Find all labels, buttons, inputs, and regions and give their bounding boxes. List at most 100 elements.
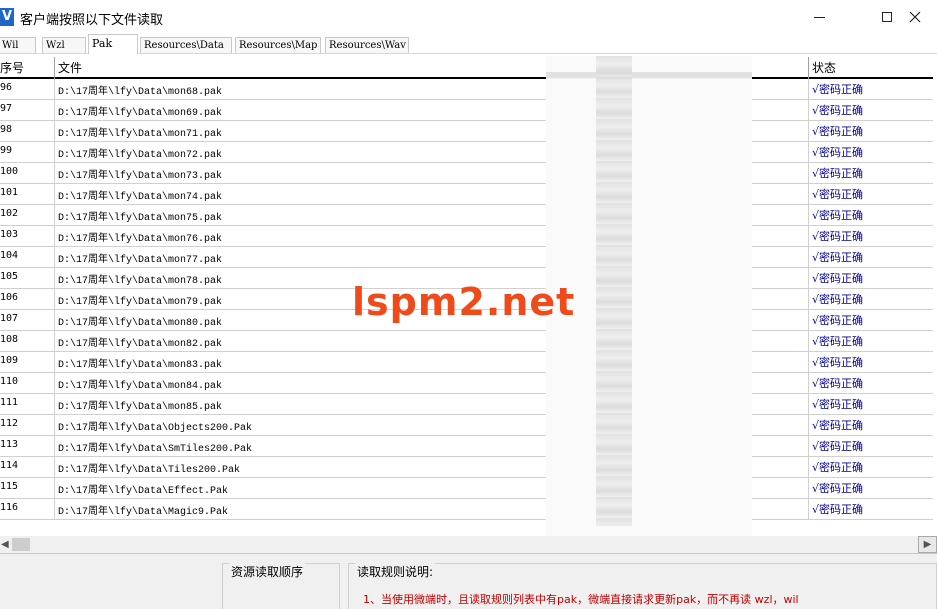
row-status: √密码正确 — [812, 167, 864, 180]
row-file: D:\17周年\lfy\Data\mon74.pak — [58, 192, 223, 203]
table-row[interactable]: 113 D:\17周年\lfy\Data\SmTiles200.Pak √密码正确 — [0, 436, 933, 457]
table-row[interactable]: 108 D:\17周年\lfy\Data\mon82.pak √密码正确 — [0, 331, 933, 352]
row-index: 97 — [0, 103, 13, 114]
row-file: D:\17周年\lfy\Data\Objects200.Pak — [58, 423, 253, 434]
table-header: 序号 文件 状态 — [0, 57, 933, 79]
row-status: √密码正确 — [812, 419, 864, 432]
header-separator[interactable] — [54, 57, 55, 79]
row-file: D:\17周年\lfy\Data\Tiles200.Pak — [58, 465, 241, 476]
row-status: √密码正确 — [812, 356, 864, 369]
row-status: √密码正确 — [812, 125, 864, 138]
row-index: 105 — [0, 271, 19, 282]
row-status: √密码正确 — [812, 461, 864, 474]
header-index[interactable]: 序号 — [0, 59, 24, 76]
row-file: D:\17周年\lfy\Data\Effect.Pak — [58, 486, 229, 497]
table-row[interactable]: 115 D:\17周年\lfy\Data\Effect.Pak √密码正确 — [0, 478, 933, 499]
table-row[interactable]: 111 D:\17周年\lfy\Data\mon85.pak √密码正确 — [0, 394, 933, 415]
tab-wzl[interactable]: Wzl — [42, 37, 86, 54]
table-row[interactable]: 116 D:\17周年\lfy\Data\Magic9.Pak √密码正确 — [0, 499, 933, 520]
tab-wil[interactable]: Wil — [0, 37, 36, 54]
tab-pak[interactable]: Pak — [88, 34, 138, 54]
row-status: √密码正确 — [812, 251, 864, 264]
row-index: 111 — [0, 397, 19, 408]
close-button[interactable] — [892, 0, 937, 34]
header-file[interactable]: 文件 — [58, 59, 82, 76]
row-status: √密码正确 — [812, 146, 864, 159]
row-status: √密码正确 — [812, 398, 864, 411]
table-row[interactable]: 102 D:\17周年\lfy\Data\mon75.pak √密码正确 — [0, 205, 933, 226]
tab-bar: Wil Wzl Pak Resources\Data Resources\Map… — [0, 34, 937, 54]
table-row[interactable]: 104 D:\17周年\lfy\Data\mon77.pak √密码正确 — [0, 247, 933, 268]
row-index: 116 — [0, 502, 19, 513]
row-index: 99 — [0, 145, 13, 156]
row-index: 113 — [0, 439, 19, 450]
row-file: D:\17周年\lfy\Data\mon80.pak — [58, 318, 223, 329]
row-index: 112 — [0, 418, 19, 429]
scroll-right-icon[interactable]: ▶ — [918, 536, 937, 553]
resource-order-group: 资源读取顺序 — [222, 563, 340, 609]
row-file: D:\17周年\lfy\Data\mon76.pak — [58, 234, 223, 245]
row-index: 103 — [0, 229, 19, 240]
row-index: 100 — [0, 166, 19, 177]
table-row[interactable]: 109 D:\17周年\lfy\Data\mon83.pak √密码正确 — [0, 352, 933, 373]
row-index: 114 — [0, 460, 19, 471]
row-file: D:\17周年\lfy\Data\mon68.pak — [58, 87, 223, 98]
tab-resources-data[interactable]: Resources\Data — [140, 37, 232, 54]
table-row[interactable]: 112 D:\17周年\lfy\Data\Objects200.Pak √密码正确 — [0, 415, 933, 436]
table-row[interactable]: 103 D:\17周年\lfy\Data\mon76.pak √密码正确 — [0, 226, 933, 247]
horizontal-scrollbar[interactable]: ◀ ▶ — [0, 536, 937, 553]
table-row[interactable]: 101 D:\17周年\lfy\Data\mon74.pak √密码正确 — [0, 184, 933, 205]
row-status: √密码正确 — [812, 314, 864, 327]
scroll-thumb[interactable] — [12, 538, 30, 551]
rules-label: 读取规则说明: — [355, 563, 436, 580]
row-file: D:\17周年\lfy\Data\mon79.pak — [58, 297, 223, 308]
table-row[interactable]: 97 D:\17周年\lfy\Data\mon69.pak √密码正确 — [0, 100, 933, 121]
table-row[interactable]: 100 D:\17周年\lfy\Data\mon73.pak √密码正确 — [0, 163, 933, 184]
close-icon — [909, 11, 921, 23]
app-icon: V — [0, 8, 14, 26]
tab-resources-wav[interactable]: Resources\Wav — [325, 37, 409, 54]
table-row[interactable]: 99 D:\17周年\lfy\Data\mon72.pak √密码正确 — [0, 142, 933, 163]
row-file: D:\17周年\lfy\Data\mon72.pak — [58, 150, 223, 161]
row-index: 107 — [0, 313, 19, 324]
resource-order-label: 资源读取顺序 — [229, 563, 306, 580]
row-file: D:\17周年\lfy\Data\SmTiles200.Pak — [58, 444, 253, 455]
rule-item: 1、当使用微端时，且读取规则列表中有pak，微端直接请求更新pak，而不再读 w… — [363, 593, 799, 606]
row-status: √密码正确 — [812, 83, 864, 96]
row-status: √密码正确 — [812, 209, 864, 222]
scroll-left-icon[interactable]: ◀ — [1, 539, 9, 550]
row-file: D:\17周年\lfy\Data\mon85.pak — [58, 402, 223, 413]
row-status: √密码正确 — [812, 440, 864, 453]
redacted-area — [546, 56, 752, 561]
row-index: 106 — [0, 292, 19, 303]
row-index: 115 — [0, 481, 19, 492]
row-status: √密码正确 — [812, 293, 864, 306]
row-file: D:\17周年\lfy\Data\mon82.pak — [58, 339, 223, 350]
row-index: 96 — [0, 82, 13, 93]
minimize-button[interactable] — [796, 0, 842, 34]
title-bar: V 客户端按照以下文件读取 — [0, 0, 937, 34]
row-index: 110 — [0, 376, 19, 387]
row-index: 108 — [0, 334, 19, 345]
row-index: 101 — [0, 187, 19, 198]
window-title: 客户端按照以下文件读取 — [20, 13, 164, 28]
table-row[interactable]: 110 D:\17周年\lfy\Data\mon84.pak √密码正确 — [0, 373, 933, 394]
row-status: √密码正确 — [812, 230, 864, 243]
row-file: D:\17周年\lfy\Data\mon84.pak — [58, 381, 223, 392]
row-file: D:\17周年\lfy\Data\Magic9.Pak — [58, 507, 229, 518]
table-row[interactable]: 96 D:\17周年\lfy\Data\mon68.pak √密码正确 — [0, 79, 933, 100]
row-status: √密码正确 — [812, 104, 864, 117]
row-file: D:\17周年\lfy\Data\mon77.pak — [58, 255, 223, 266]
minimize-icon — [813, 16, 825, 18]
header-separator[interactable] — [808, 57, 809, 79]
redaction-band — [596, 56, 632, 526]
tab-resources-map[interactable]: Resources\Map — [235, 37, 321, 54]
row-status: √密码正确 — [812, 503, 864, 516]
row-status: √密码正确 — [812, 482, 864, 495]
table-row[interactable]: 114 D:\17周年\lfy\Data\Tiles200.Pak √密码正确 — [0, 457, 933, 478]
row-status: √密码正确 — [812, 377, 864, 390]
header-status[interactable]: 状态 — [812, 59, 836, 76]
table-row[interactable]: 98 D:\17周年\lfy\Data\mon71.pak √密码正确 — [0, 121, 933, 142]
row-status: √密码正确 — [812, 335, 864, 348]
row-index: 104 — [0, 250, 19, 261]
